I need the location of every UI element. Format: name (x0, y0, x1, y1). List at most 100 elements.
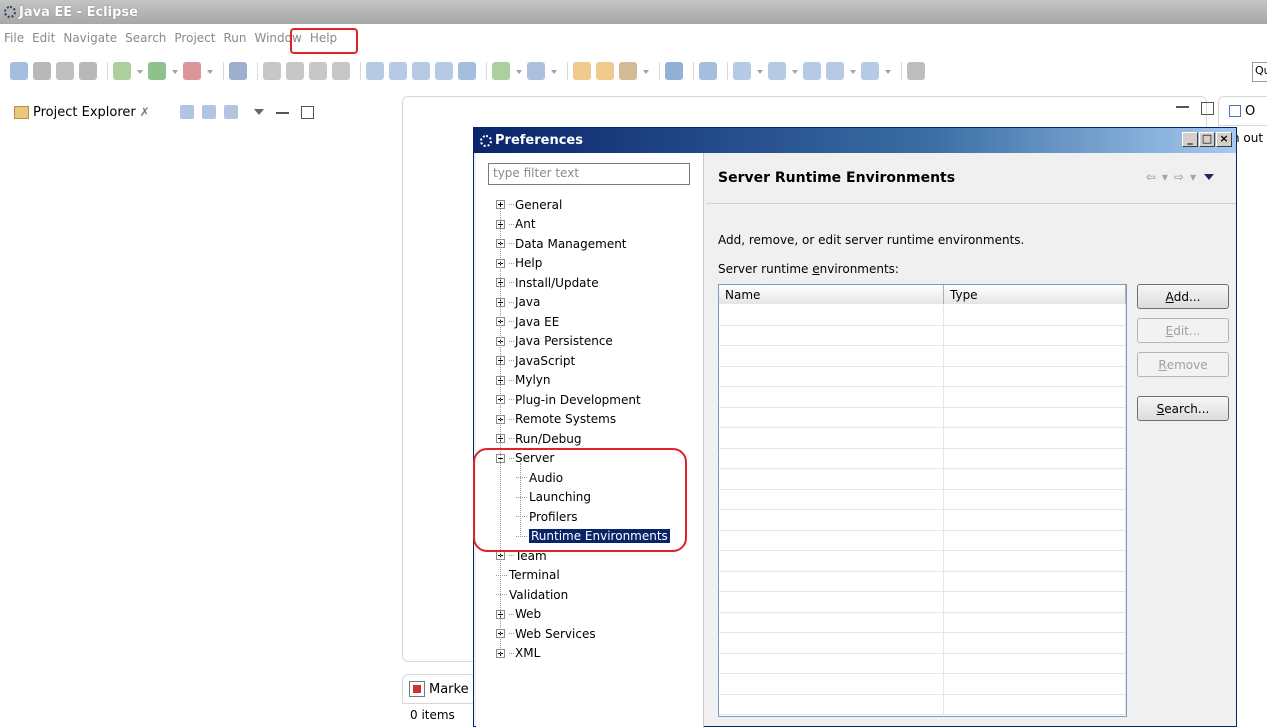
menu-search[interactable]: Search (121, 31, 170, 45)
filter-input[interactable]: type filter text (488, 163, 690, 185)
tree-item-java[interactable]: Java (496, 293, 540, 312)
forward-arrow-icon[interactable]: ⇨ (1174, 170, 1184, 184)
toolbar-tool-icon[interactable] (573, 62, 591, 80)
table-row[interactable] (719, 469, 1126, 490)
toolbar-tool-icon[interactable] (286, 62, 304, 80)
editor-maximize-icon[interactable] (1201, 102, 1214, 115)
minimize-icon[interactable] (275, 111, 289, 117)
toolbar-dropdown-icon[interactable] (136, 62, 144, 80)
table-row[interactable] (719, 489, 1126, 510)
toolbar-dropdown-icon[interactable] (171, 62, 179, 80)
back-arrow-icon[interactable]: ⇦ (1146, 170, 1156, 184)
table-row[interactable] (719, 653, 1126, 674)
collapse-all-icon[interactable] (179, 105, 194, 119)
tree-item-mylyn[interactable]: Mylyn (496, 371, 551, 390)
filter-icon[interactable] (223, 105, 238, 119)
toolbar-tool-icon[interactable] (183, 62, 201, 80)
toolbar-tool-icon[interactable] (263, 62, 281, 80)
toolbar-tool-icon[interactable] (527, 62, 545, 80)
toolbar-dropdown-icon[interactable] (884, 62, 892, 80)
toolbar-tool-icon[interactable] (826, 62, 844, 80)
menu-run[interactable]: Run (219, 31, 250, 45)
toolbar-tool-icon[interactable] (435, 62, 453, 80)
toolbar-tool-icon[interactable] (803, 62, 821, 80)
tree-item-server[interactable]: Server (496, 449, 554, 468)
toolbar-dropdown-icon[interactable] (515, 62, 523, 80)
quick-access-input[interactable]: Qu (1252, 62, 1267, 82)
table-row[interactable] (719, 633, 1126, 654)
tree-item-install-update[interactable]: Install/Update (496, 273, 599, 292)
menu-help[interactable]: Help (306, 31, 341, 45)
tree-item-java-ee[interactable]: Java EE (496, 312, 559, 331)
tree-item-team[interactable]: Team (496, 546, 547, 565)
tree-item-javascript[interactable]: JavaScript (496, 351, 575, 370)
tree-item-run-debug[interactable]: Run/Debug (496, 429, 582, 448)
tree-item-audio[interactable]: Audio (516, 468, 563, 487)
search-button[interactable]: Search... (1137, 396, 1229, 421)
table-row[interactable] (719, 387, 1126, 408)
toolbar-tool-icon[interactable] (113, 62, 131, 80)
table-row[interactable] (719, 612, 1126, 633)
toolbar-tool-icon[interactable] (332, 62, 350, 80)
toolbar-tool-icon[interactable] (309, 62, 327, 80)
table-row[interactable] (719, 428, 1126, 449)
toolbar-tool-icon[interactable] (699, 62, 717, 80)
table-row[interactable] (719, 407, 1126, 428)
toolbar-tool-icon[interactable] (596, 62, 614, 80)
toolbar-dropdown-icon[interactable] (791, 62, 799, 80)
preferences-titlebar[interactable]: Preferences _ □ × (474, 128, 1236, 153)
toolbar-tool-icon[interactable] (861, 62, 879, 80)
tree-item-launching[interactable]: Launching (516, 488, 591, 507)
outline-tab[interactable]: O (1218, 96, 1267, 126)
toolbar-tool-icon[interactable] (229, 62, 247, 80)
menu-file[interactable]: File (0, 31, 28, 45)
tree-item-java-persistence[interactable]: Java Persistence (496, 332, 613, 351)
toolbar-dropdown-icon[interactable] (849, 62, 857, 80)
table-row[interactable] (719, 510, 1126, 531)
page-menu-icon[interactable] (1204, 174, 1214, 180)
tree-item-web-services[interactable]: Web Services (496, 624, 596, 643)
toolbar-tool-icon[interactable] (733, 62, 751, 80)
tree-item-remote-systems[interactable]: Remote Systems (496, 410, 616, 429)
table-row[interactable] (719, 571, 1126, 592)
close-window-icon[interactable]: × (1216, 132, 1232, 147)
link-with-editor-icon[interactable] (201, 105, 216, 119)
tree-item-plug-in-development[interactable]: Plug-in Development (496, 390, 641, 409)
toolbar-dropdown-icon[interactable] (206, 62, 214, 80)
markers-tab[interactable]: Marke (402, 674, 476, 704)
toolbar-tool-icon[interactable] (366, 62, 384, 80)
tree-item-web[interactable]: Web (496, 605, 541, 624)
toolbar-dropdown-icon[interactable] (642, 62, 650, 80)
toolbar-tool-icon[interactable] (10, 62, 28, 80)
add-button[interactable]: Add... (1137, 284, 1229, 309)
remove-button[interactable]: Remove (1137, 352, 1229, 377)
tree-item-general[interactable]: General (496, 195, 562, 214)
menu-window[interactable]: Window (250, 31, 305, 45)
toolbar-tool-icon[interactable] (148, 62, 166, 80)
menu-edit[interactable]: Edit (28, 31, 59, 45)
toolbar-tool-icon[interactable] (619, 62, 637, 80)
editor-minimize-icon[interactable] (1176, 106, 1189, 111)
tree-item-validation[interactable]: Validation (496, 585, 568, 604)
table-row[interactable] (719, 325, 1126, 346)
toolbar-tool-icon[interactable] (79, 62, 97, 80)
tree-item-ant[interactable]: Ant (496, 215, 536, 234)
toolbar-tool-icon[interactable] (56, 62, 74, 80)
expand-icon[interactable] (496, 200, 505, 209)
table-row[interactable] (719, 448, 1126, 469)
table-row[interactable] (719, 305, 1126, 326)
table-row[interactable] (719, 694, 1126, 715)
toolbar-tool-icon[interactable] (768, 62, 786, 80)
toolbar-dropdown-icon[interactable] (756, 62, 764, 80)
maximize-icon[interactable] (300, 105, 314, 119)
edit-button[interactable]: Edit... (1137, 318, 1229, 343)
tree-item-help[interactable]: Help (496, 254, 542, 273)
menu-project[interactable]: Project (170, 31, 219, 45)
toolbar-tool-icon[interactable] (412, 62, 430, 80)
toolbar-tool-icon[interactable] (389, 62, 407, 80)
forward-dropdown-icon[interactable]: ▾ (1190, 170, 1196, 184)
tree-item-xml[interactable]: XML (496, 644, 540, 663)
back-dropdown-icon[interactable]: ▾ (1162, 170, 1168, 184)
runtime-environments-table[interactable]: Name Type (718, 284, 1127, 717)
tree-item-terminal[interactable]: Terminal (496, 566, 560, 585)
